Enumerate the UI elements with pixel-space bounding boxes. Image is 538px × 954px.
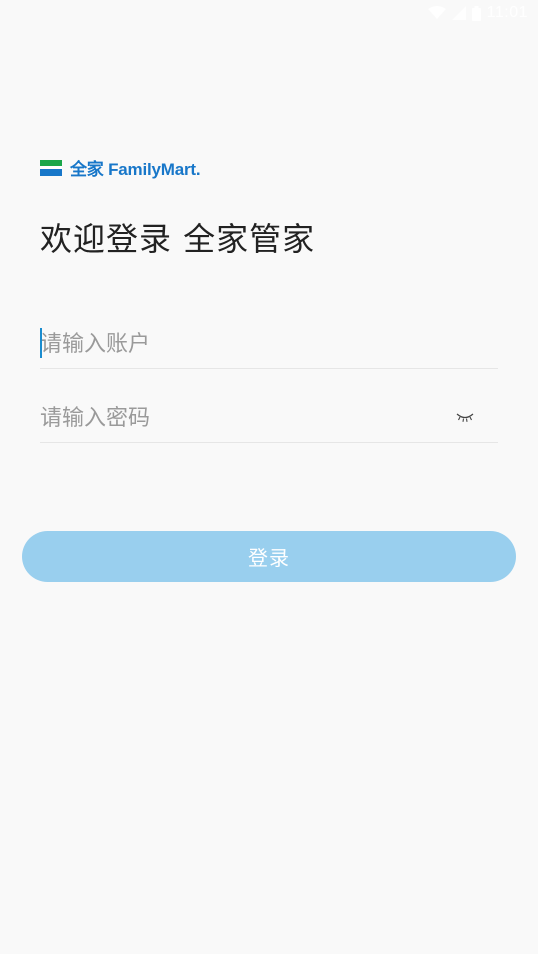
familymart-flag-icon xyxy=(40,159,62,176)
welcome-title: 欢迎登录 全家管家 xyxy=(40,220,316,258)
account-field[interactable]: 请输入账户 xyxy=(40,308,498,369)
status-bar: 11:01 xyxy=(0,0,538,28)
battery-icon xyxy=(471,5,481,21)
password-input[interactable]: 请输入密码 xyxy=(40,400,150,432)
familymart-logo: 全家 FamilyMart. xyxy=(40,155,201,180)
login-button[interactable]: 登录 xyxy=(22,531,516,582)
login-button-label: 登录 xyxy=(248,546,290,570)
status-icons: 11:01 xyxy=(427,4,528,22)
wifi-icon xyxy=(427,6,446,19)
text-cursor xyxy=(40,328,42,358)
status-time: 11:01 xyxy=(486,4,528,21)
account-input[interactable]: 请输入账户 xyxy=(40,326,150,358)
password-field[interactable]: 请输入密码 xyxy=(40,382,498,443)
eye-closed-icon[interactable] xyxy=(456,410,474,424)
signal-icon xyxy=(451,6,466,20)
logo-text: 全家 FamilyMart. xyxy=(70,160,201,179)
